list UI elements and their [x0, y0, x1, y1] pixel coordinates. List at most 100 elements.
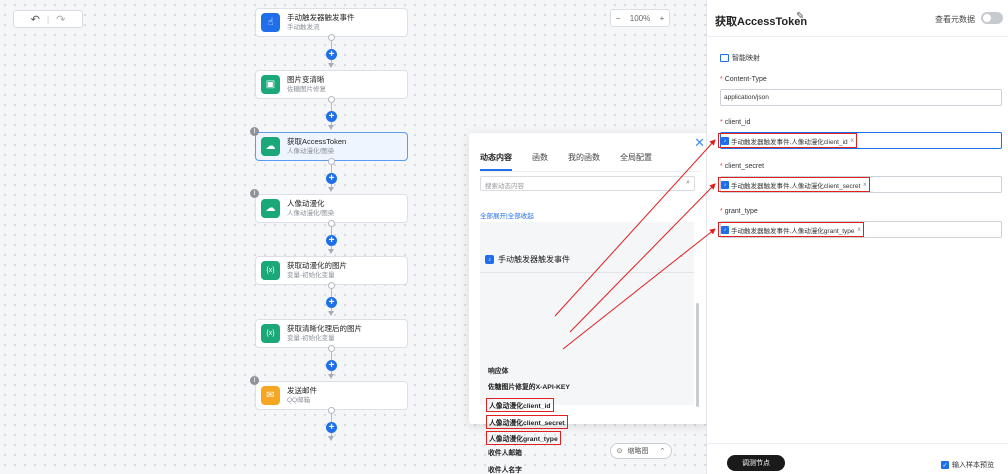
- node-title: 图片变清晰: [287, 74, 325, 84]
- arrow-down-icon: [328, 125, 334, 130]
- redo-icon[interactable]: ↷: [56, 13, 65, 26]
- flow-node[interactable]: ☁ 获取AccessToken 人像动漫化/图染: [255, 132, 408, 161]
- flow-node[interactable]: ☁ 人像动漫化 人像动漫化/图染: [255, 194, 408, 223]
- dynamic-content-item[interactable]: 人像动漫化grant_type: [486, 431, 561, 445]
- content-type-input[interactable]: application/json: [720, 89, 1002, 106]
- add-step-button[interactable]: +: [326, 297, 337, 308]
- panel-title: 获取AccessToken: [715, 16, 808, 28]
- dynamic-content-item[interactable]: 收件人邮箱: [488, 447, 522, 457]
- trigger-icon: ♪: [721, 136, 729, 145]
- minimap-button[interactable]: ⊙ 缩略图 ⌃: [610, 443, 672, 459]
- map-pin-icon: ⊙: [616, 448, 623, 455]
- add-step-button[interactable]: +: [326, 173, 337, 184]
- connector-line: [331, 227, 332, 235]
- remove-tag-icon[interactable]: x: [863, 181, 866, 188]
- arrow-down-icon: [328, 374, 334, 379]
- node-title: 获取动漫化的图片: [287, 260, 347, 270]
- flow-node[interactable]: ▣ 图片变清晰 佐糖图片修复: [255, 70, 408, 99]
- smart-map-button[interactable]: 智能映射: [720, 53, 760, 63]
- zoom-control: − 100% +: [610, 9, 670, 27]
- cloud-upload-icon: ☁: [261, 199, 280, 218]
- node-subtitle: 人像动漫化/图染: [287, 147, 335, 155]
- flow-node[interactable]: {x} 获取清晰化理后的图片 变量-初始化变量: [255, 319, 408, 348]
- node-title: 获取AccessToken: [287, 136, 347, 146]
- dynamic-content-popup: ✕ 动态内容 函数 我的函数 全局配置 搜索动态内容 ⌕ 全部展开|全部收起 ♪…: [469, 133, 711, 474]
- debug-node-button[interactable]: 调测节点: [727, 455, 785, 471]
- client-secret-tag[interactable]: ♪ 手动触发器触发事件.人像动漫化client_secret x: [718, 177, 870, 192]
- field-label-content-type: * Content-Type: [720, 76, 767, 83]
- metadata-toggle[interactable]: [981, 12, 1003, 24]
- grant-type-tag[interactable]: ♪ 手动触发器触发事件.人像动漫化grant_type x: [718, 222, 864, 237]
- tab-my-functions[interactable]: 我的函数: [568, 152, 600, 163]
- image-enhance-icon: ▣: [261, 75, 280, 94]
- connector-dot: [328, 158, 335, 165]
- tab-global-config[interactable]: 全局配置: [620, 152, 652, 163]
- flow-node[interactable]: ✉ 发送邮件 QQ邮箱: [255, 381, 408, 410]
- footer-divider: [707, 443, 1008, 444]
- arrow-down-icon: [328, 249, 334, 254]
- expand-all-link[interactable]: 全部展开: [480, 213, 506, 220]
- connector-line: [331, 165, 332, 173]
- add-step-button[interactable]: +: [326, 111, 337, 122]
- dynamic-content-item[interactable]: 人像动漫化client_secret: [486, 415, 568, 429]
- dynamic-content-item[interactable]: 响应体: [488, 365, 508, 375]
- close-icon[interactable]: ✕: [694, 135, 705, 151]
- flow-node[interactable]: ☝ 手动触发器触发事件 手动触发流: [255, 8, 408, 37]
- smart-map-icon: [720, 54, 729, 62]
- add-step-button[interactable]: +: [326, 49, 337, 60]
- search-input[interactable]: 搜索动态内容 ⌕: [480, 176, 695, 191]
- add-step-button[interactable]: +: [326, 360, 337, 371]
- hand-tap-icon: ☝: [261, 13, 280, 32]
- warning-icon: !: [250, 189, 259, 198]
- collapse-all-link[interactable]: 全部收起: [508, 213, 534, 220]
- popup-scrollbar[interactable]: [696, 303, 699, 407]
- search-icon: ⌕: [686, 179, 690, 186]
- group-title: 手动触发器触发事件: [498, 255, 570, 264]
- node-title: 人像动漫化: [287, 198, 325, 208]
- connector-line: [331, 414, 332, 422]
- node-title: 获取清晰化理后的图片: [287, 323, 362, 333]
- variable-icon: {x}: [261, 261, 280, 280]
- connector-dot: [328, 282, 335, 289]
- mail-icon: ✉: [261, 386, 280, 405]
- chevron-up-icon[interactable]: ⌃: [678, 254, 684, 262]
- group-header[interactable]: ♪ 手动触发器触发事件: [485, 254, 570, 265]
- dynamic-content-item[interactable]: 收件人名字: [488, 464, 522, 474]
- add-step-button[interactable]: +: [326, 235, 337, 246]
- connector-dot: [328, 220, 335, 227]
- add-step-button[interactable]: +: [326, 422, 337, 433]
- smart-map-label: 智能映射: [732, 55, 760, 62]
- trigger-icon: ♪: [485, 255, 494, 264]
- field-label-client-id: * client_id: [720, 119, 751, 126]
- search-placeholder: 搜索动态内容: [485, 183, 524, 190]
- checkbox-checked-icon: ✓: [941, 461, 949, 469]
- dynamic-content-item[interactable]: 佐糖图片修复的X-API-KEY: [488, 381, 570, 391]
- client-id-tag[interactable]: ♪ 手动触发器触发事件.人像动漫化client_id x: [718, 133, 857, 148]
- tab-dynamic-content[interactable]: 动态内容: [480, 152, 512, 171]
- zoom-out-button[interactable]: −: [616, 14, 621, 23]
- connector-dot: [328, 407, 335, 414]
- node-title: 发送邮件: [287, 385, 317, 395]
- zoom-in-button[interactable]: +: [660, 14, 665, 23]
- node-subtitle: 佐糖图片修复: [287, 85, 326, 93]
- remove-tag-icon[interactable]: x: [851, 137, 854, 144]
- node-subtitle: 变量-初始化变量: [287, 334, 335, 342]
- arrow-down-icon: [328, 63, 334, 68]
- undo-redo-bar: ↶ | ↷: [13, 10, 83, 28]
- dynamic-content-item[interactable]: 人像动漫化client_id: [486, 398, 554, 412]
- undo-icon[interactable]: ↶: [31, 13, 40, 26]
- tab-functions[interactable]: 函数: [532, 152, 548, 163]
- remove-tag-icon[interactable]: x: [858, 226, 861, 233]
- flow-node[interactable]: {x} 获取动漫化的图片 变量-初始化变量: [255, 256, 408, 285]
- sample-preview-checkbox[interactable]: ✓ 输入样本预览: [941, 460, 994, 470]
- header-divider: [707, 36, 1008, 37]
- node-config-panel: 获取AccessToken ✎ 查看元数据 智能映射 * Content-Type…: [706, 0, 1008, 474]
- connector-line: [331, 103, 332, 111]
- minimap-label: 缩略图: [627, 448, 649, 455]
- zoom-level: 100%: [629, 13, 651, 23]
- chevron-up-icon: ⌃: [659, 448, 666, 455]
- sample-preview-label: 输入样本预览: [952, 462, 994, 469]
- edit-icon[interactable]: ✎: [796, 11, 804, 22]
- popup-tabs: 动态内容 函数 我的函数 全局配置: [480, 152, 652, 171]
- node-subtitle: 人像动漫化/图染: [287, 209, 335, 217]
